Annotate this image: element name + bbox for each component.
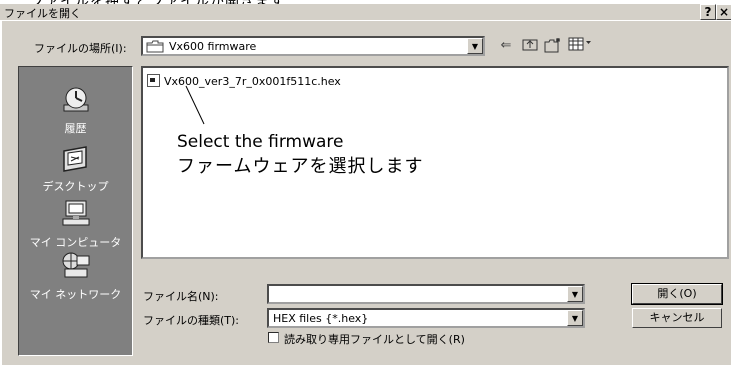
place-label: マイ ネットワーク	[29, 288, 122, 301]
filename-label: ファイル名(N):	[143, 290, 219, 303]
lookin-value: Vx600 firmware	[169, 40, 257, 53]
hex-file-icon	[147, 74, 160, 87]
open-button[interactable]: 開く(O)	[631, 283, 723, 305]
place-label: 履歴	[64, 122, 87, 135]
readonly-label: 読み取り専用ファイルとして開く(R)	[284, 333, 465, 346]
place-label: マイ コンピュータ	[29, 236, 122, 249]
filetype-select[interactable]: HEX files {*.hex} ▼	[267, 308, 585, 328]
new-folder-icon[interactable]	[543, 37, 563, 55]
chevron-down-icon[interactable]: ▼	[567, 286, 583, 302]
filename-input[interactable]: ▼	[267, 284, 585, 304]
dialog-title: ファイルを開く	[4, 7, 81, 20]
my-computer-icon	[62, 200, 89, 226]
view-menu-icon[interactable]	[566, 37, 596, 55]
close-button[interactable]: ×	[716, 4, 731, 20]
help-button[interactable]: ?	[700, 4, 716, 20]
up-folder-icon[interactable]	[520, 37, 540, 55]
lookin-label: ファイルの場所(I):	[34, 42, 127, 55]
cancel-button[interactable]: キャンセル	[632, 308, 722, 328]
callout-text-ja: ファームウェアを選択します	[177, 156, 424, 177]
desktop-icon	[62, 146, 87, 172]
filetype-value: HEX files {*.hex}	[273, 312, 369, 325]
place-history[interactable]: 履歴	[19, 85, 132, 136]
file-name: Vx600_ver3_7r_0x001f511c.hex	[164, 75, 341, 88]
filetype-label: ファイルの種類(T):	[143, 314, 240, 327]
dialog-edge	[0, 20, 2, 365]
file-item[interactable]: Vx600_ver3_7r_0x001f511c.hex	[147, 74, 341, 88]
my-network-icon	[62, 252, 89, 278]
place-desktop[interactable]: デスクトップ	[19, 143, 132, 194]
back-arrow-icon[interactable]: ⇐	[496, 37, 516, 55]
chevron-down-icon[interactable]: ▼	[567, 310, 583, 326]
places-bar: 履歴 デスクトップ マイ コンピュータ マイ ネットワーク	[18, 66, 133, 356]
lookin-dropdown[interactable]: Vx600 firmware ▼	[141, 36, 485, 56]
place-label: デスクトップ	[42, 180, 109, 193]
place-my-network[interactable]: マイ ネットワーク	[19, 251, 132, 302]
dialog-titlebar: ファイルを開く ? ×	[0, 4, 731, 21]
callout-text-en: Select the firmware	[177, 132, 344, 152]
chevron-down-icon[interactable]: ▼	[467, 38, 483, 54]
place-my-computer[interactable]: マイ コンピュータ	[19, 199, 132, 250]
readonly-checkbox[interactable]	[268, 332, 279, 343]
history-icon	[63, 87, 88, 112]
folder-icon	[146, 40, 164, 53]
